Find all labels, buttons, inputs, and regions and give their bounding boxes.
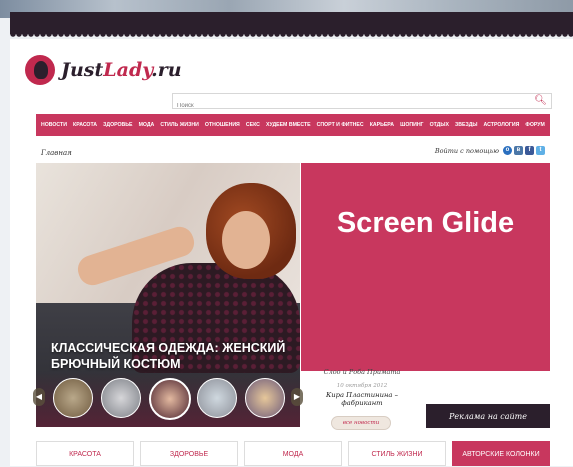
category-columns[interactable]: АВТОРСКИЕ КОЛОНКИ <box>452 441 550 466</box>
openid-icon[interactable]: o <box>503 146 512 155</box>
site-logo[interactable]: JustLady.ru <box>25 54 182 86</box>
nav-item-astrology[interactable]: АСТРОЛОГИЯ <box>484 122 520 128</box>
thumbnail-5[interactable] <box>245 378 285 418</box>
nav-item-diet[interactable]: ХУДЕЕМ ВМЕСТЕ <box>266 122 311 128</box>
hero-photo-face <box>222 211 270 269</box>
search-icon[interactable]: 🔍︎ <box>534 94 547 108</box>
category-beauty[interactable]: КРАСОТА <box>36 441 134 466</box>
news-title[interactable]: Кира Пластинина – фабрикант <box>312 391 412 407</box>
news-date: 10 октября 2012 <box>336 383 388 389</box>
search-box: 🔍︎ <box>172 93 552 113</box>
nav-item-sex[interactable]: СЕКС <box>246 122 260 128</box>
nav-item-lifestyle[interactable]: СТИЛЬ ЖИЗНИ <box>160 122 198 128</box>
hero-title[interactable]: КЛАССИЧЕСКАЯ ОДЕЖДА: ЖЕНСКИЙ БРЮЧНЫЙ КОС… <box>51 340 291 372</box>
top-bar <box>10 12 573 34</box>
login-label: Войти с помощью <box>434 146 499 155</box>
thumbnail-2[interactable] <box>101 378 141 418</box>
breadcrumb[interactable]: Главная <box>41 149 72 157</box>
nav-item-rest[interactable]: ОТДЫХ <box>430 122 449 128</box>
nav-item-shopping[interactable]: ШОПИНГ <box>400 122 423 128</box>
nav-item-forum[interactable]: ФОРУМ <box>525 122 544 128</box>
nav-item-career[interactable]: КАРЬЕРА <box>370 122 394 128</box>
vk-icon[interactable]: в <box>514 146 523 155</box>
logo-text: JustLady.ru <box>61 59 182 81</box>
next-arrow-icon[interactable]: ▶ <box>291 388 303 406</box>
social-login: Войти с помощью o в f t <box>435 146 545 155</box>
thumbnail-4[interactable] <box>197 378 237 418</box>
advertise-button[interactable]: Реклама на сайте <box>426 404 550 428</box>
news-block: Слоо и Роба Примата 10 октября 2012 Кира… <box>312 368 412 407</box>
nav-item-fashion[interactable]: МОДА <box>139 122 155 128</box>
nav-item-news[interactable]: НОВОСТИ <box>41 122 67 128</box>
thumbnail-1[interactable] <box>53 378 93 418</box>
category-health[interactable]: ЗДОРОВЬЕ <box>140 441 238 466</box>
main-nav: НОВОСТИ КРАСОТА ЗДОРОВЬЕ МОДА СТИЛЬ ЖИЗН… <box>36 114 550 136</box>
overlay-title: Screen Glide <box>336 207 515 239</box>
nav-item-sport[interactable]: СПОРТ И ФИТНЕС <box>317 122 364 128</box>
news-cut-title[interactable]: Слоо и Роба Примата <box>312 368 412 376</box>
category-fashion[interactable]: МОДА <box>244 441 342 466</box>
category-tabs: КРАСОТА ЗДОРОВЬЕ МОДА СТИЛЬ ЖИЗНИ АВТОРС… <box>36 441 550 466</box>
thumbnail-3[interactable] <box>149 378 191 420</box>
nav-item-beauty[interactable]: КРАСОТА <box>73 122 97 128</box>
nav-item-stars[interactable]: ЗВЕЗДЫ <box>455 122 477 128</box>
nav-item-health[interactable]: ЗДОРОВЬЕ <box>103 122 132 128</box>
screen-glide-overlay: Screen Glide <box>301 163 550 371</box>
logo-icon <box>25 55 55 85</box>
nav-item-relations[interactable]: ОТНОШЕНИЯ <box>205 122 240 128</box>
all-news-button[interactable]: все новости <box>331 416 391 430</box>
category-lifestyle[interactable]: СТИЛЬ ЖИЗНИ <box>348 441 446 466</box>
twitter-icon[interactable]: t <box>536 146 545 155</box>
facebook-icon[interactable]: f <box>525 146 534 155</box>
search-input[interactable] <box>173 99 517 113</box>
prev-arrow-icon[interactable]: ◀ <box>33 388 45 406</box>
